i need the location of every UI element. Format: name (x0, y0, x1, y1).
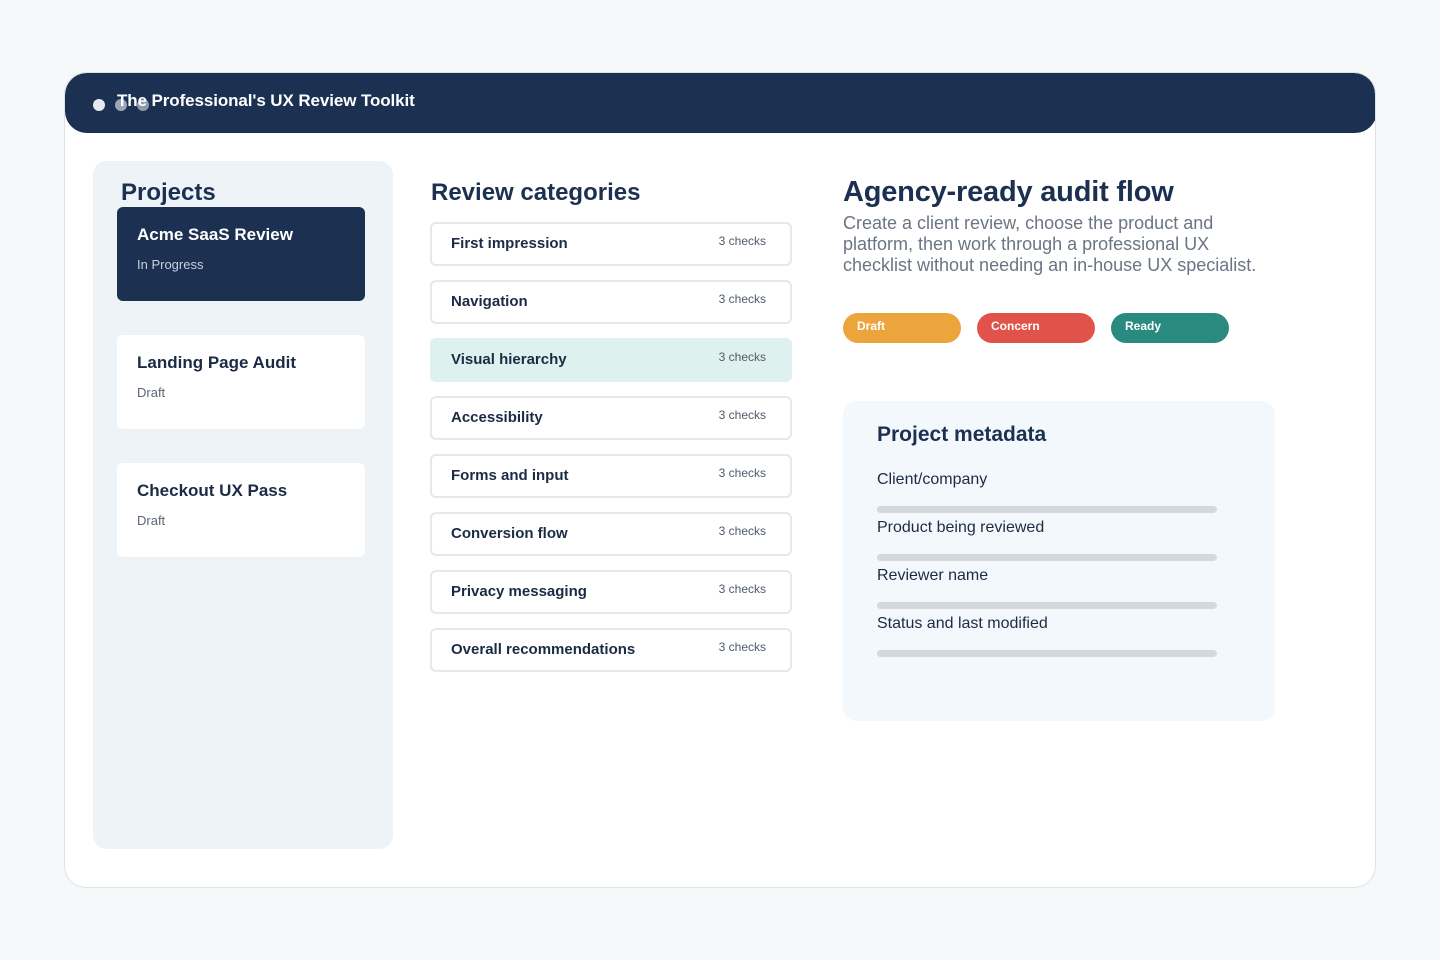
category-item-forms-and-input[interactable]: Forms and input 3 checks (430, 454, 792, 498)
window-close-dot[interactable] (93, 99, 105, 111)
projects-heading: Projects (121, 179, 216, 206)
status-badge-concern[interactable]: Concern (977, 313, 1095, 343)
category-name: Conversion flow (451, 525, 568, 542)
category-check-count: 3 checks (718, 466, 766, 480)
category-name: Privacy messaging (451, 583, 587, 600)
project-name: Acme SaaS Review (137, 225, 293, 244)
category-check-count: 3 checks (718, 524, 766, 538)
category-item-conversion-flow[interactable]: Conversion flow 3 checks (430, 512, 792, 556)
field-label: Client/company (877, 471, 988, 488)
metadata-field-product: Product being reviewed (877, 519, 1217, 561)
project-status: Draft (137, 513, 166, 528)
category-check-count: 3 checks (718, 234, 766, 248)
project-name: Checkout UX Pass (137, 481, 288, 500)
category-check-count: 3 checks (718, 640, 766, 654)
field-input-bar[interactable] (877, 554, 1217, 561)
review-categories-list: First impression 3 checks Navigation 3 c… (430, 222, 792, 686)
project-status: Draft (137, 385, 166, 400)
category-item-privacy-messaging[interactable]: Privacy messaging 3 checks (430, 570, 792, 614)
project-status: In Progress (137, 257, 204, 272)
field-input-bar[interactable] (877, 602, 1217, 609)
hero-description: Create a client review, choose the produ… (843, 213, 1257, 275)
category-name: Overall recommendations (451, 641, 636, 658)
field-label: Status and last modified (877, 615, 1048, 632)
category-name: Accessibility (451, 409, 543, 426)
category-item-navigation[interactable]: Navigation 3 checks (430, 280, 792, 324)
hero-title: Agency-ready audit flow (843, 176, 1174, 208)
projects-sidebar: Projects Acme SaaS Review In Progress La… (93, 161, 393, 849)
category-item-overall-recommendations[interactable]: Overall recommendations 3 checks (430, 628, 792, 672)
category-name: Visual hierarchy (451, 351, 567, 368)
title-bar: The Professional's UX Review Toolkit (65, 73, 1375, 133)
category-name: Forms and input (451, 467, 569, 484)
category-name: First impression (451, 235, 568, 252)
field-label: Reviewer name (877, 567, 989, 584)
category-check-count: 3 checks (718, 350, 766, 364)
status-badge-draft[interactable]: Draft (843, 313, 961, 343)
metadata-field-client-company: Client/company (877, 471, 1217, 513)
project-metadata-card: Project metadata Client/company Product … (843, 401, 1275, 721)
metadata-field-status-last-modified: Status and last modified (877, 615, 1217, 657)
project-card-landing-page-audit[interactable]: Landing Page Audit Draft (117, 335, 365, 429)
category-check-count: 3 checks (718, 408, 766, 422)
project-card-checkout-ux-pass[interactable]: Checkout UX Pass Draft (117, 463, 365, 557)
category-check-count: 3 checks (718, 582, 766, 596)
project-metadata-heading: Project metadata (877, 423, 1047, 446)
project-card-acme-saas-review[interactable]: Acme SaaS Review In Progress (117, 207, 365, 301)
app-window: The Professional's UX Review Toolkit Pro… (64, 72, 1376, 888)
project-name: Landing Page Audit (137, 353, 296, 372)
category-item-visual-hierarchy[interactable]: Visual hierarchy 3 checks (430, 338, 792, 382)
review-categories-heading: Review categories (431, 179, 641, 206)
field-input-bar[interactable] (877, 650, 1217, 657)
category-check-count: 3 checks (718, 292, 766, 306)
category-item-accessibility[interactable]: Accessibility 3 checks (430, 396, 792, 440)
app-title: The Professional's UX Review Toolkit (117, 91, 415, 110)
metadata-field-reviewer-name: Reviewer name (877, 567, 1217, 609)
field-label: Product being reviewed (877, 519, 1045, 536)
category-item-first-impression[interactable]: First impression 3 checks (430, 222, 792, 266)
status-badge-ready[interactable]: Ready (1111, 313, 1229, 343)
field-input-bar[interactable] (877, 506, 1217, 513)
category-name: Navigation (451, 293, 528, 310)
